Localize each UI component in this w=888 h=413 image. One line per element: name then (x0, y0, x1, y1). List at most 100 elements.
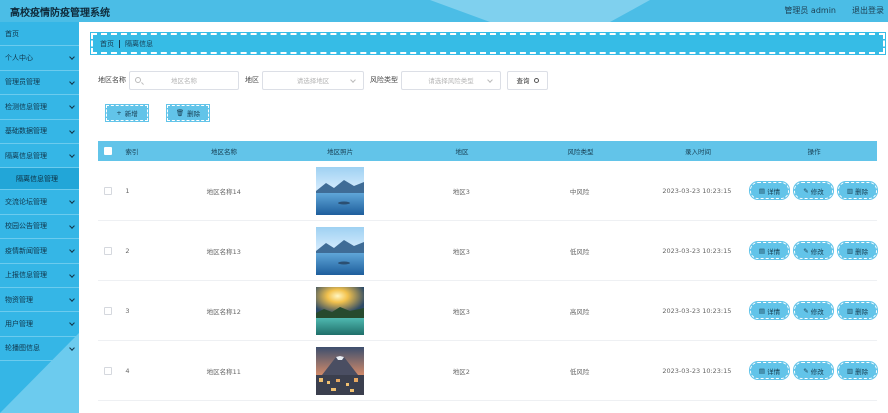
detail-label: 详情 (767, 307, 781, 316)
row-risk: 高风险 (569, 307, 590, 316)
detail-label: 详情 (767, 367, 781, 376)
chevron-down-icon (69, 247, 75, 253)
row-index: 2 (125, 246, 130, 255)
area-photo-lake-mountain (315, 226, 364, 275)
row-index: 1 (125, 186, 130, 195)
row-checkbox[interactable] (103, 246, 112, 255)
batch-delete-button[interactable]: 🗑 删除 (166, 104, 210, 122)
row-area-name: 地区名称13 (206, 247, 241, 256)
detail-button[interactable]: ▤ 详情 (748, 241, 790, 260)
select-all-checkbox[interactable] (103, 147, 112, 155)
query-button[interactable]: 查询 (507, 70, 548, 90)
chevron-down-icon (69, 127, 75, 134)
sidebar-item-forum[interactable]: 交流论坛管理 (0, 190, 79, 215)
trash-icon: ▥ (846, 306, 854, 315)
edit-button[interactable]: ✎ 修改 (792, 241, 834, 260)
row-area: 地区3 (452, 187, 470, 196)
column-header-time: 录入时间 (685, 148, 712, 156)
delete-button[interactable]: ▥ 删除 (836, 301, 878, 320)
area-select-placeholder: 请选择地区 (296, 77, 330, 85)
edit-button[interactable]: ✎ 修改 (792, 181, 834, 200)
area-photo-city-volcano (315, 346, 364, 395)
row-area: 地区3 (452, 307, 470, 316)
sidebar-item-label: 管理员管理 (5, 78, 40, 87)
sidebar-item-label: 疫情新闻管理 (5, 246, 47, 255)
sidebar-item-personal-center[interactable]: 个人中心 (0, 46, 79, 71)
chevron-down-icon (69, 222, 75, 229)
chevron-down-icon (69, 198, 75, 205)
sidebar-item-supplies[interactable]: 物资管理 (0, 288, 79, 313)
risk-select-placeholder: 请选择风险类型 (428, 77, 474, 85)
sidebar-item-isolation[interactable]: 隔离信息管理 (0, 144, 79, 169)
row-checkbox[interactable] (103, 306, 112, 315)
delete-label: 删除 (855, 247, 869, 256)
top-header: 高校疫情防疫管理系统 管理员 admin 退出登录 (0, 0, 888, 22)
name-search-placeholder: 地区名称 (171, 77, 197, 85)
sidebar-item-detection[interactable]: 检测信息管理 (0, 95, 79, 120)
risk-select[interactable]: 请选择风险类型 (401, 70, 501, 90)
detail-label: 详情 (767, 187, 781, 196)
sidebar-item-label: 轮播图信息 (5, 344, 40, 353)
plus-icon: + (116, 109, 122, 117)
breadcrumb-current: 隔离信息 (125, 39, 153, 48)
detail-button[interactable]: ▤ 详情 (748, 361, 790, 380)
sidebar-subitem-isolation-management[interactable]: 隔离信息管理 (0, 168, 79, 191)
sidebar-item-base-data[interactable]: 基础数据管理 (0, 120, 79, 144)
row-actions: ▤ 详情 ✎ 修改 ▥ 删除 (748, 301, 878, 320)
trash-icon: 🗑 (175, 109, 185, 117)
row-time: 2023-03-23 10:23:15 (662, 366, 732, 375)
row-checkbox[interactable] (103, 366, 112, 375)
edit-label: 修改 (810, 307, 824, 316)
delete-button[interactable]: ▥ 删除 (836, 241, 878, 260)
row-actions: ▤ 详情 ✎ 修改 ▥ 删除 (748, 361, 878, 380)
document-icon: ▤ (758, 246, 766, 255)
row-index: 3 (125, 306, 130, 315)
header-decoration (430, 0, 490, 22)
pencil-icon: ✎ (803, 186, 809, 195)
header-decoration (490, 0, 610, 22)
area-photo-lake-mountain (315, 166, 364, 215)
breadcrumb-home[interactable]: 首页 (100, 39, 114, 49)
sidebar-item-label: 交流论坛管理 (5, 198, 47, 207)
edit-button[interactable]: ✎ 修改 (792, 361, 834, 380)
detail-button[interactable]: ▤ 详情 (748, 301, 790, 320)
delete-button[interactable]: ▥ 删除 (836, 181, 878, 200)
name-filter-label: 地区名称 (98, 76, 126, 84)
chevron-down-icon (69, 271, 75, 278)
sidebar-item-label: 个人中心 (5, 54, 33, 63)
detail-button[interactable]: ▤ 详情 (748, 181, 790, 200)
sidebar-item-report[interactable]: 上报信息管理 (0, 264, 79, 288)
breadcrumb-separator (119, 39, 120, 48)
breadcrumb: 首页 隔离信息 (90, 32, 886, 55)
column-header-index: 索引 (125, 148, 139, 156)
sidebar-item-label: 检测信息管理 (5, 102, 47, 111)
area-select[interactable]: 请选择地区 (262, 70, 364, 90)
sidebar-item-users[interactable]: 用户管理 (0, 312, 79, 337)
sidebar-item-admin[interactable]: 管理员管理 (0, 71, 79, 96)
add-button[interactable]: + 新增 (105, 104, 149, 122)
pencil-icon: ✎ (803, 306, 809, 315)
sidebar-item-home[interactable]: 首页 (0, 22, 79, 47)
edit-button[interactable]: ✎ 修改 (792, 301, 834, 320)
name-search-input[interactable]: 地区名称 (129, 70, 239, 90)
row-area: 地区2 (452, 367, 470, 376)
pencil-icon: ✎ (803, 366, 809, 375)
delete-button[interactable]: ▥ 删除 (836, 361, 878, 380)
area-photo-sunset-lake (315, 286, 364, 335)
trash-icon: ▥ (846, 246, 854, 255)
document-icon: ▤ (758, 306, 766, 315)
table-row: 3 地区名称12 地区3 高风险 2023-03-23 10:23:15 ▤ 详情 (98, 281, 878, 341)
batch-delete-label: 删除 (187, 110, 201, 118)
sidebar-item-carousel[interactable]: 轮播图信息 (0, 337, 79, 362)
row-index: 4 (125, 366, 130, 375)
delete-label: 删除 (855, 367, 869, 376)
header-decoration (610, 0, 650, 22)
chevron-down-icon (69, 54, 75, 61)
sidebar-item-announcement[interactable]: 校园公告管理 (0, 215, 79, 240)
row-risk: 低风险 (569, 367, 590, 376)
sidebar-item-news[interactable]: 疫情新闻管理 (0, 239, 79, 264)
row-area-name: 地区名称12 (206, 307, 241, 316)
row-area-name: 地区名称11 (206, 367, 241, 376)
logout-link[interactable]: 退出登录 (852, 5, 884, 16)
row-checkbox[interactable] (103, 186, 112, 195)
